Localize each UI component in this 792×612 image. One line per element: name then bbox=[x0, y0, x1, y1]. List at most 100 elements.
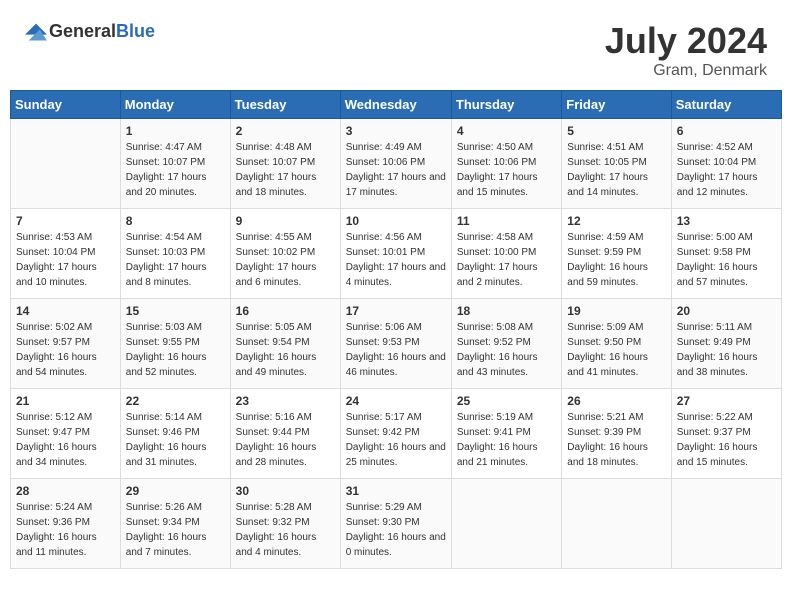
calendar-cell: 16 Sunrise: 5:05 AMSunset: 9:54 PMDayligh… bbox=[230, 299, 340, 389]
day-number: 2 bbox=[236, 124, 335, 138]
day-number: 8 bbox=[126, 214, 225, 228]
day-number: 10 bbox=[346, 214, 446, 228]
day-info: Sunrise: 4:52 AMSunset: 10:04 PMDaylight… bbox=[677, 140, 776, 200]
calendar-cell: 6Sunrise: 4:52 AMSunset: 10:04 PMDayligh… bbox=[671, 119, 781, 209]
day-info: Sunrise: 5:29 AMSunset: 9:30 PMDaylight:… bbox=[346, 500, 446, 560]
day-info: Sunrise: 5:26 AMSunset: 9:34 PMDaylight:… bbox=[126, 500, 225, 560]
header-day-tuesday: Tuesday bbox=[230, 91, 340, 119]
day-number: 24 bbox=[346, 394, 446, 408]
day-info: Sunrise: 5:28 AMSunset: 9:32 PMDaylight:… bbox=[236, 500, 335, 560]
day-info: Sunrise: 4:51 AMSunset: 10:05 PMDaylight… bbox=[567, 140, 665, 200]
title-block: July 2024 Gram, Denmark bbox=[605, 20, 767, 80]
calendar-table: SundayMondayTuesdayWednesdayThursdayFrid… bbox=[10, 90, 782, 569]
day-number: 30 bbox=[236, 484, 335, 498]
calendar-cell: 2 Sunrise: 4:48 AMSunset: 10:07 PMDayligh… bbox=[230, 119, 340, 209]
calendar-cell: 18 Sunrise: 5:08 AMSunset: 9:52 PMDayligh… bbox=[451, 299, 561, 389]
day-info: Sunrise: 4:48 AMSunset: 10:07 PMDaylight… bbox=[236, 140, 335, 200]
day-number: 19 bbox=[567, 304, 665, 318]
day-number: 5 bbox=[567, 124, 665, 138]
day-number: 15 bbox=[126, 304, 225, 318]
calendar-cell bbox=[562, 479, 671, 569]
day-number: 18 bbox=[457, 304, 556, 318]
calendar-cell: 21 Sunrise: 5:12 AMSunset: 9:47 PMDayligh… bbox=[11, 389, 121, 479]
week-row-5: 28Sunrise: 5:24 AMSunset: 9:36 PMDayligh… bbox=[11, 479, 782, 569]
logo-general-text: General bbox=[49, 21, 116, 41]
day-info: Sunrise: 4:58 AMSunset: 10:00 PMDaylight… bbox=[457, 230, 556, 290]
day-info: Sunrise: 5:00 AMSunset: 9:58 PMDaylight:… bbox=[677, 230, 776, 290]
logo: GeneralBlue bbox=[25, 20, 155, 42]
day-info: Sunrise: 5:06 AMSunset: 9:53 PMDaylight:… bbox=[346, 320, 446, 380]
calendar-location: Gram, Denmark bbox=[605, 62, 767, 80]
day-info: Sunrise: 4:59 AMSunset: 9:59 PMDaylight:… bbox=[567, 230, 665, 290]
week-row-2: 7 Sunrise: 4:53 AMSunset: 10:04 PMDayligh… bbox=[11, 209, 782, 299]
header-day-friday: Friday bbox=[562, 91, 671, 119]
calendar-cell: 9 Sunrise: 4:55 AMSunset: 10:02 PMDayligh… bbox=[230, 209, 340, 299]
day-info: Sunrise: 4:53 AMSunset: 10:04 PMDaylight… bbox=[16, 230, 115, 290]
day-number: 16 bbox=[236, 304, 335, 318]
calendar-cell: 12 Sunrise: 4:59 AMSunset: 9:59 PMDayligh… bbox=[562, 209, 671, 299]
day-number: 25 bbox=[457, 394, 556, 408]
header-day-sunday: Sunday bbox=[11, 91, 121, 119]
calendar-cell: 30 Sunrise: 5:28 AMSunset: 9:32 PMDayligh… bbox=[230, 479, 340, 569]
day-number: 1 bbox=[126, 124, 225, 138]
calendar-header-row: SundayMondayTuesdayWednesdayThursdayFrid… bbox=[11, 91, 782, 119]
day-info: Sunrise: 5:08 AMSunset: 9:52 PMDaylight:… bbox=[457, 320, 556, 380]
calendar-cell: 7 Sunrise: 4:53 AMSunset: 10:04 PMDayligh… bbox=[11, 209, 121, 299]
calendar-cell: 4Sunrise: 4:50 AMSunset: 10:06 PMDayligh… bbox=[451, 119, 561, 209]
day-number: 23 bbox=[236, 394, 335, 408]
day-info: Sunrise: 4:56 AMSunset: 10:01 PMDaylight… bbox=[346, 230, 446, 290]
day-number: 29 bbox=[126, 484, 225, 498]
day-number: 26 bbox=[567, 394, 665, 408]
calendar-cell: 1 Sunrise: 4:47 AMSunset: 10:07 PMDayligh… bbox=[120, 119, 230, 209]
day-info: Sunrise: 5:09 AMSunset: 9:50 PMDaylight:… bbox=[567, 320, 665, 380]
calendar-cell: 23 Sunrise: 5:16 AMSunset: 9:44 PMDayligh… bbox=[230, 389, 340, 479]
day-info: Sunrise: 5:19 AMSunset: 9:41 PMDaylight:… bbox=[457, 410, 556, 470]
day-number: 11 bbox=[457, 214, 556, 228]
calendar-title: July 2024 bbox=[605, 20, 767, 62]
day-info: Sunrise: 5:14 AMSunset: 9:46 PMDaylight:… bbox=[126, 410, 225, 470]
day-number: 9 bbox=[236, 214, 335, 228]
header-day-wednesday: Wednesday bbox=[340, 91, 451, 119]
day-info: Sunrise: 4:50 AMSunset: 10:06 PMDaylight… bbox=[457, 140, 556, 200]
calendar-cell: 24Sunrise: 5:17 AMSunset: 9:42 PMDayligh… bbox=[340, 389, 451, 479]
day-number: 14 bbox=[16, 304, 115, 318]
day-info: Sunrise: 5:05 AMSunset: 9:54 PMDaylight:… bbox=[236, 320, 335, 380]
calendar-cell: 13 Sunrise: 5:00 AMSunset: 9:58 PMDayligh… bbox=[671, 209, 781, 299]
day-number: 12 bbox=[567, 214, 665, 228]
day-info: Sunrise: 4:47 AMSunset: 10:07 PMDaylight… bbox=[126, 140, 225, 200]
calendar-cell: 26 Sunrise: 5:21 AMSunset: 9:39 PMDayligh… bbox=[562, 389, 671, 479]
calendar-cell: 14 Sunrise: 5:02 AMSunset: 9:57 PMDayligh… bbox=[11, 299, 121, 389]
day-info: Sunrise: 5:22 AMSunset: 9:37 PMDaylight:… bbox=[677, 410, 776, 470]
logo-blue-text: Blue bbox=[116, 21, 155, 41]
day-number: 31 bbox=[346, 484, 446, 498]
day-number: 17 bbox=[346, 304, 446, 318]
calendar-cell: 28Sunrise: 5:24 AMSunset: 9:36 PMDayligh… bbox=[11, 479, 121, 569]
day-number: 20 bbox=[677, 304, 776, 318]
day-number: 21 bbox=[16, 394, 115, 408]
day-info: Sunrise: 4:54 AMSunset: 10:03 PMDaylight… bbox=[126, 230, 225, 290]
calendar-cell: 27Sunrise: 5:22 AMSunset: 9:37 PMDayligh… bbox=[671, 389, 781, 479]
calendar-cell bbox=[11, 119, 121, 209]
day-number: 13 bbox=[677, 214, 776, 228]
page-header: GeneralBlue July 2024 Gram, Denmark bbox=[10, 10, 782, 85]
calendar-cell: 17 Sunrise: 5:06 AMSunset: 9:53 PMDayligh… bbox=[340, 299, 451, 389]
calendar-cell: 5 Sunrise: 4:51 AMSunset: 10:05 PMDayligh… bbox=[562, 119, 671, 209]
calendar-cell: 3Sunrise: 4:49 AMSunset: 10:06 PMDayligh… bbox=[340, 119, 451, 209]
day-info: Sunrise: 4:55 AMSunset: 10:02 PMDaylight… bbox=[236, 230, 335, 290]
day-info: Sunrise: 5:03 AMSunset: 9:55 PMDaylight:… bbox=[126, 320, 225, 380]
day-info: Sunrise: 5:16 AMSunset: 9:44 PMDaylight:… bbox=[236, 410, 335, 470]
day-info: Sunrise: 5:24 AMSunset: 9:36 PMDaylight:… bbox=[16, 500, 115, 560]
logo-icon bbox=[25, 20, 47, 42]
day-info: Sunrise: 5:12 AMSunset: 9:47 PMDaylight:… bbox=[16, 410, 115, 470]
day-info: Sunrise: 5:21 AMSunset: 9:39 PMDaylight:… bbox=[567, 410, 665, 470]
week-row-3: 14 Sunrise: 5:02 AMSunset: 9:57 PMDayligh… bbox=[11, 299, 782, 389]
calendar-cell bbox=[451, 479, 561, 569]
calendar-cell: 25 Sunrise: 5:19 AMSunset: 9:41 PMDayligh… bbox=[451, 389, 561, 479]
calendar-cell: 29 Sunrise: 5:26 AMSunset: 9:34 PMDayligh… bbox=[120, 479, 230, 569]
calendar-cell: 10 Sunrise: 4:56 AMSunset: 10:01 PMDaylig… bbox=[340, 209, 451, 299]
day-info: Sunrise: 5:11 AMSunset: 9:49 PMDaylight:… bbox=[677, 320, 776, 380]
header-day-monday: Monday bbox=[120, 91, 230, 119]
day-number: 7 bbox=[16, 214, 115, 228]
calendar-cell: 11 Sunrise: 4:58 AMSunset: 10:00 PMDaylig… bbox=[451, 209, 561, 299]
day-info: Sunrise: 5:02 AMSunset: 9:57 PMDaylight:… bbox=[16, 320, 115, 380]
